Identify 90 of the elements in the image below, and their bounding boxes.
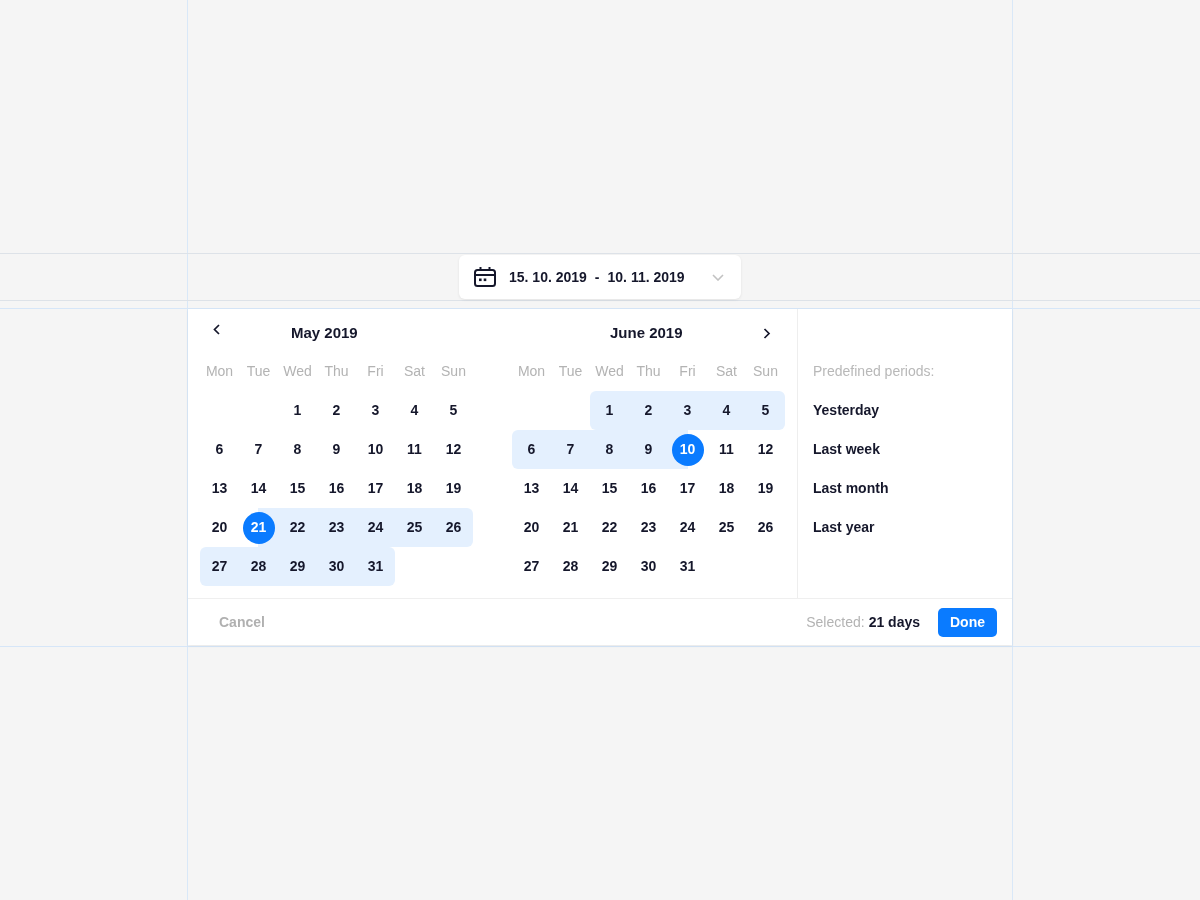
weekday-label: Sat [716,362,737,381]
calendar-day[interactable]: 20 [200,508,239,547]
done-button[interactable]: Done [938,607,997,637]
calendar-day[interactable]: 29 [278,547,317,586]
calendar-day[interactable]: 23 [317,508,356,547]
calendar-day[interactable]: 19 [746,469,785,508]
calendar-day[interactable]: 17 [668,469,707,508]
calendar-day[interactable]: 1 [590,391,629,430]
calendar-day[interactable]: 25 [395,508,434,547]
calendar-day[interactable]: 2 [317,391,356,430]
calendar-day[interactable]: 28 [239,547,278,586]
weekday-label: Wed [595,362,624,381]
chevron-left-icon [213,323,221,335]
calendar-day[interactable]: 31 [668,547,707,586]
weekday-label: Wed [283,362,312,381]
calendar-day[interactable]: 21 [551,508,590,547]
calendar-day[interactable]: 22 [278,508,317,547]
calendar-day[interactable]: 13 [512,469,551,508]
selected-label: Selected: [806,612,865,632]
weekday-label: Fri [367,362,384,381]
weekday-label: Thu [324,362,349,381]
calendar-day[interactable]: 10 [356,430,395,469]
calendar-day[interactable]: 3 [356,391,395,430]
calendar-day[interactable]: 24 [668,508,707,547]
calendar-day[interactable]: 17 [356,469,395,508]
calendar-day[interactable]: 10 [668,430,707,469]
calendar-day[interactable]: 9 [317,430,356,469]
calendar-day[interactable]: 29 [590,547,629,586]
month-title: May 2019 [291,322,358,343]
calendar-day[interactable]: 4 [707,391,746,430]
calendar-day[interactable]: 8 [278,430,317,469]
preset-option[interactable]: Last year [813,517,875,538]
calendar-day[interactable]: 4 [395,391,434,430]
weekday-label: Sun [753,362,778,381]
calendar-day[interactable]: 11 [395,430,434,469]
weekday-label: Sun [441,362,466,381]
calendar-day[interactable]: 14 [239,469,278,508]
calendar-day[interactable]: 26 [746,508,785,547]
calendar-day[interactable]: 26 [434,508,473,547]
calendar-day[interactable]: 6 [512,430,551,469]
calendar-day[interactable]: 1 [278,391,317,430]
calendar-day[interactable]: 12 [746,430,785,469]
calendar-icon [474,267,496,287]
weekday-label: Tue [558,362,583,381]
calendar-day[interactable]: 5 [746,391,785,430]
weekday-label: Tue [246,362,271,381]
calendar-day[interactable]: 7 [551,430,590,469]
calendar-day[interactable]: 5 [434,391,473,430]
calendar-day[interactable]: 14 [551,469,590,508]
calendar-day[interactable]: 22 [590,508,629,547]
calendar-day[interactable]: 27 [512,547,551,586]
calendar-day[interactable]: 20 [512,508,551,547]
calendar-day[interactable]: 19 [434,469,473,508]
month-title: June 2019 [610,322,683,343]
calendar-day[interactable]: 16 [317,469,356,508]
calendar-day[interactable]: 25 [707,508,746,547]
preset-option[interactable]: Last week [813,439,880,460]
calendar-day[interactable]: 3 [668,391,707,430]
calendar-day[interactable]: 18 [707,469,746,508]
calendar-day[interactable]: 30 [629,547,668,586]
calendar-day[interactable]: 16 [629,469,668,508]
selected-count: 21 days [868,612,920,632]
calendar-day[interactable]: 6 [200,430,239,469]
calendar-day[interactable]: 15 [590,469,629,508]
weekday-label: Fri [679,362,696,381]
weekday-label: Mon [205,362,234,381]
chevron-right-icon [763,327,771,339]
preset-option[interactable]: Last month [813,478,889,499]
calendar-day[interactable]: 9 [629,430,668,469]
chevron-down-icon [712,273,724,281]
calendar-day[interactable]: 7 [239,430,278,469]
weekday-label: Thu [636,362,661,381]
calendar-day[interactable]: 27 [200,547,239,586]
weekday-label: Mon [517,362,546,381]
calendar-day[interactable]: 2 [629,391,668,430]
calendar-day[interactable]: 12 [434,430,473,469]
preset-option[interactable]: Yesterday [813,400,880,421]
calendar-day[interactable]: 15 [278,469,317,508]
calendar-day[interactable]: 31 [356,547,395,586]
calendar-day[interactable]: 8 [590,430,629,469]
calendar-day[interactable]: 18 [395,469,434,508]
presets-heading: Predefined periods: [813,362,935,381]
calendar-day[interactable]: 30 [317,547,356,586]
date-range-dropdown[interactable]: 15. 10. 2019 - 10. 11. 2019 [459,255,741,299]
calendar-day[interactable]: 23 [629,508,668,547]
calendar-day[interactable]: 11 [707,430,746,469]
calendar-day[interactable]: 24 [356,508,395,547]
weekday-label: Sat [404,362,425,381]
calendar-day[interactable]: 28 [551,547,590,586]
calendar-day[interactable]: 13 [200,469,239,508]
